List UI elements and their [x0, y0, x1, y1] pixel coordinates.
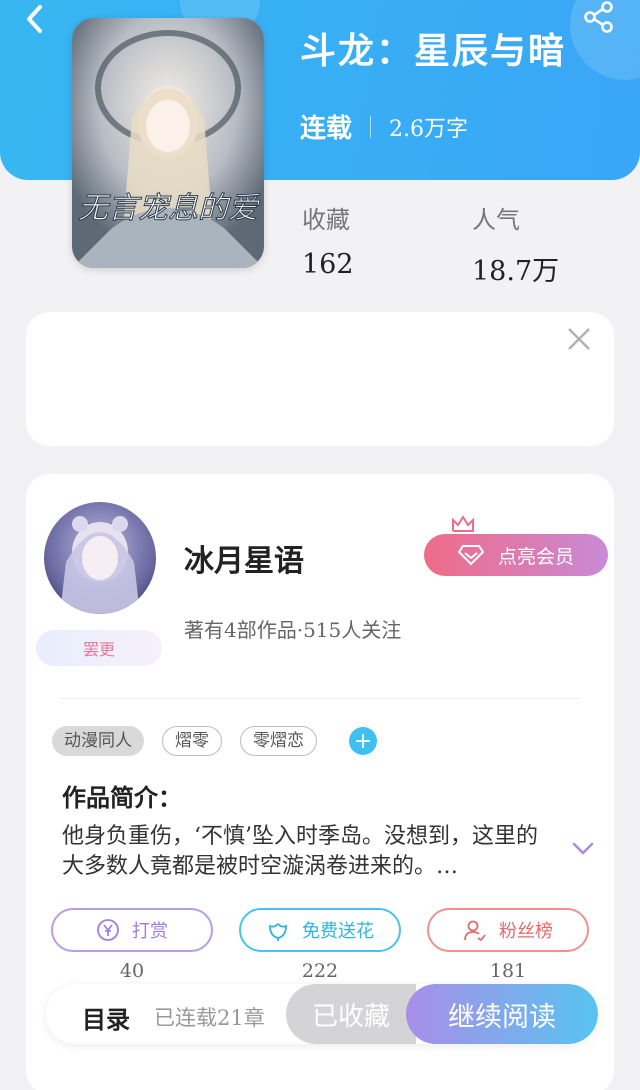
vip-button[interactable]: 点亮会员: [424, 534, 608, 576]
author-name[interactable]: 冰月星语: [184, 536, 304, 580]
tag-item[interactable]: 零熠恋: [240, 726, 317, 756]
intro-title: 作品简介：: [62, 783, 182, 812]
chapter-count[interactable]: 已连载21章: [154, 1002, 265, 1032]
chevron-down-icon: [572, 842, 594, 855]
bottom-action-bar: 目录 已连载21章 已收藏 继续阅读: [46, 984, 598, 1044]
expand-intro-button[interactable]: [570, 836, 596, 862]
flower-label: 免费送花: [302, 921, 374, 942]
favorites-value: 162: [302, 249, 354, 280]
favorites-label: 收藏: [302, 206, 350, 234]
continue-reading-button[interactable]: 继续阅读: [406, 984, 598, 1044]
reward-count: 40: [119, 960, 145, 982]
vip-label: 点亮会员: [497, 545, 574, 568]
fans-label: 粉丝榜: [499, 921, 553, 942]
user-rank-icon: [464, 920, 486, 942]
author-status-badge: 罢更: [36, 630, 162, 666]
close-icon: [568, 328, 590, 350]
share-icon: [584, 1, 613, 33]
send-flower-button[interactable]: 免费送花: [239, 908, 401, 952]
flower-icon: [269, 922, 287, 941]
favorited-button[interactable]: 已收藏: [286, 984, 416, 1044]
share-button[interactable]: [582, 0, 616, 34]
intro-text[interactable]: 他身负重伤，‘不慎’坠入时季岛。没想到，这里的大多数人竟都是被时空漩涡卷进来的。…: [62, 822, 550, 882]
back-button[interactable]: [18, 2, 52, 36]
ad-banner: [26, 312, 614, 446]
cover-illustration: 无言宠息的爱: [72, 18, 264, 268]
avatar-illustration: [60, 516, 140, 614]
serial-status: 连载: [300, 114, 353, 144]
fan-ranking-button[interactable]: 粉丝榜: [427, 908, 589, 952]
reward-label: 打赏: [132, 921, 168, 942]
crown-icon: [452, 515, 474, 532]
favorites-stat: 收藏 162: [302, 200, 354, 280]
word-count: 2.6万字: [389, 116, 469, 142]
divider: [370, 115, 372, 138]
book-cover[interactable]: 无言宠息的爱: [72, 18, 264, 268]
reward-button[interactable]: 打赏: [51, 908, 213, 952]
divider: [60, 698, 580, 699]
add-tag-button[interactable]: +: [349, 727, 377, 755]
chevron-left-icon: [27, 5, 42, 33]
book-status-row: 连载 2.6万字: [300, 108, 468, 145]
flower-count: 222: [301, 960, 339, 982]
popularity-stat: 人气 18.7万: [472, 200, 559, 288]
diamond-icon: [457, 545, 484, 566]
fans-count: 181: [489, 960, 527, 982]
popularity-value: 18.7万: [472, 256, 560, 287]
toc-button[interactable]: 目录: [82, 1000, 130, 1035]
yen-coin-icon: [97, 919, 119, 941]
book-title: 斗龙：星辰与暗: [300, 30, 567, 72]
tag-list: 动漫同人 熠零 零熠恋 +: [52, 726, 377, 756]
author-meta: 著有4部作品·515人关注: [184, 618, 402, 642]
vip-button-wrap[interactable]: 点亮会员: [424, 514, 608, 576]
tag-item[interactable]: 动漫同人: [52, 726, 144, 756]
close-ad-button[interactable]: [566, 326, 592, 352]
cover-title-text: 无言宠息的爱: [78, 191, 261, 226]
author-avatar[interactable]: [44, 502, 156, 614]
tag-item[interactable]: 熠零: [162, 726, 222, 756]
popularity-label: 人气: [472, 206, 520, 234]
